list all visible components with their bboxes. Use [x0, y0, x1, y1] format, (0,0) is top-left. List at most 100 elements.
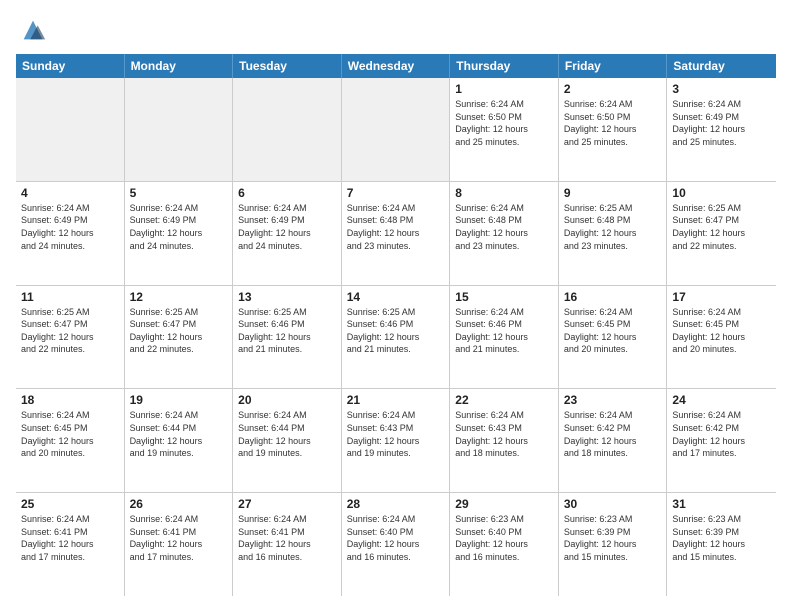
calendar-cell: 13Sunrise: 6:25 AM Sunset: 6:46 PM Dayli…: [233, 286, 342, 389]
calendar-cell: 4 Sunrise: 6:24 AM Sunset: 6:49 PM Daylig…: [16, 182, 125, 285]
day-info: Sunrise: 6:23 AM Sunset: 6:40 PM Dayligh…: [455, 513, 553, 563]
day-number: 21: [347, 393, 445, 407]
calendar-cell: 25 Sunrise: 6:24 AM Sunset: 6:41 PM Dayli…: [16, 493, 125, 596]
day-info: Sunrise: 6:24 AM Sunset: 6:49 PM Dayligh…: [130, 202, 228, 252]
calendar-cell: 10 Sunrise: 6:25 AM Sunset: 6:47 PM Dayli…: [667, 182, 776, 285]
calendar-cell: [16, 78, 125, 181]
day-number: 15: [455, 290, 553, 304]
day-number: 27: [238, 497, 336, 511]
calendar-cell: 31 Sunrise: 6:23 AM Sunset: 6:39 PM Dayli…: [667, 493, 776, 596]
day-number: 25: [21, 497, 119, 511]
calendar-cell: 29Sunrise: 6:23 AM Sunset: 6:40 PM Dayli…: [450, 493, 559, 596]
day-number: 9: [564, 186, 662, 200]
day-info: Sunrise: 6:24 AM Sunset: 6:44 PM Dayligh…: [130, 409, 228, 459]
day-number: 17: [672, 290, 771, 304]
calendar-cell: 28Sunrise: 6:24 AM Sunset: 6:40 PM Dayli…: [342, 493, 451, 596]
day-info: Sunrise: 6:24 AM Sunset: 6:43 PM Dayligh…: [347, 409, 445, 459]
header-cell-saturday: Saturday: [667, 54, 776, 78]
day-number: 8: [455, 186, 553, 200]
day-info: Sunrise: 6:25 AM Sunset: 6:47 PM Dayligh…: [672, 202, 771, 252]
logo: [16, 16, 47, 44]
day-info: Sunrise: 6:24 AM Sunset: 6:41 PM Dayligh…: [21, 513, 119, 563]
day-number: 19: [130, 393, 228, 407]
day-info: Sunrise: 6:24 AM Sunset: 6:50 PM Dayligh…: [455, 98, 553, 148]
calendar-cell: 20 Sunrise: 6:24 AM Sunset: 6:44 PM Dayli…: [233, 389, 342, 492]
header-cell-friday: Friday: [559, 54, 668, 78]
day-info: Sunrise: 6:25 AM Sunset: 6:47 PM Dayligh…: [130, 306, 228, 356]
day-number: 14: [347, 290, 445, 304]
day-info: Sunrise: 6:24 AM Sunset: 6:45 PM Dayligh…: [672, 306, 771, 356]
calendar-cell: 11 Sunrise: 6:25 AM Sunset: 6:47 PM Dayli…: [16, 286, 125, 389]
day-info: Sunrise: 6:24 AM Sunset: 6:45 PM Dayligh…: [21, 409, 119, 459]
calendar-cell: 22Sunrise: 6:24 AM Sunset: 6:43 PM Dayli…: [450, 389, 559, 492]
calendar-cell: 3Sunrise: 6:24 AM Sunset: 6:49 PM Daylig…: [667, 78, 776, 181]
calendar-row-4: 25 Sunrise: 6:24 AM Sunset: 6:41 PM Dayli…: [16, 493, 776, 596]
header-cell-monday: Monday: [125, 54, 234, 78]
calendar-row-2: 11 Sunrise: 6:25 AM Sunset: 6:47 PM Dayli…: [16, 286, 776, 390]
day-number: 12: [130, 290, 228, 304]
day-info: Sunrise: 6:24 AM Sunset: 6:41 PM Dayligh…: [130, 513, 228, 563]
calendar-row-0: 1 Sunrise: 6:24 AM Sunset: 6:50 PM Daylig…: [16, 78, 776, 182]
calendar-cell: 26 Sunrise: 6:24 AM Sunset: 6:41 PM Dayli…: [125, 493, 234, 596]
calendar-cell: 27Sunrise: 6:24 AM Sunset: 6:41 PM Dayli…: [233, 493, 342, 596]
calendar-cell: 2 Sunrise: 6:24 AM Sunset: 6:50 PM Daylig…: [559, 78, 668, 181]
header-cell-thursday: Thursday: [450, 54, 559, 78]
calendar-row-3: 18Sunrise: 6:24 AM Sunset: 6:45 PM Dayli…: [16, 389, 776, 493]
calendar-cell: 1 Sunrise: 6:24 AM Sunset: 6:50 PM Daylig…: [450, 78, 559, 181]
day-number: 10: [672, 186, 771, 200]
day-number: 6: [238, 186, 336, 200]
header-cell-wednesday: Wednesday: [342, 54, 451, 78]
calendar-cell: 7 Sunrise: 6:24 AM Sunset: 6:48 PM Daylig…: [342, 182, 451, 285]
day-info: Sunrise: 6:24 AM Sunset: 6:44 PM Dayligh…: [238, 409, 336, 459]
calendar-cell: 18Sunrise: 6:24 AM Sunset: 6:45 PM Dayli…: [16, 389, 125, 492]
calendar-cell: 14 Sunrise: 6:25 AM Sunset: 6:46 PM Dayli…: [342, 286, 451, 389]
day-number: 13: [238, 290, 336, 304]
day-info: Sunrise: 6:24 AM Sunset: 6:48 PM Dayligh…: [347, 202, 445, 252]
calendar-cell: [233, 78, 342, 181]
calendar-cell: 16 Sunrise: 6:24 AM Sunset: 6:45 PM Dayli…: [559, 286, 668, 389]
day-info: Sunrise: 6:24 AM Sunset: 6:48 PM Dayligh…: [455, 202, 553, 252]
calendar-cell: 21 Sunrise: 6:24 AM Sunset: 6:43 PM Dayli…: [342, 389, 451, 492]
day-number: 11: [21, 290, 119, 304]
day-number: 31: [672, 497, 771, 511]
day-info: Sunrise: 6:23 AM Sunset: 6:39 PM Dayligh…: [564, 513, 662, 563]
header: [16, 16, 776, 44]
day-info: Sunrise: 6:24 AM Sunset: 6:49 PM Dayligh…: [21, 202, 119, 252]
day-info: Sunrise: 6:24 AM Sunset: 6:45 PM Dayligh…: [564, 306, 662, 356]
calendar-body: 1 Sunrise: 6:24 AM Sunset: 6:50 PM Daylig…: [16, 78, 776, 596]
calendar-cell: 17 Sunrise: 6:24 AM Sunset: 6:45 PM Dayli…: [667, 286, 776, 389]
calendar-cell: 6 Sunrise: 6:24 AM Sunset: 6:49 PM Daylig…: [233, 182, 342, 285]
day-info: Sunrise: 6:25 AM Sunset: 6:46 PM Dayligh…: [347, 306, 445, 356]
calendar-cell: [125, 78, 234, 181]
day-number: 28: [347, 497, 445, 511]
day-number: 3: [672, 82, 771, 96]
day-number: 4: [21, 186, 119, 200]
day-number: 2: [564, 82, 662, 96]
day-info: Sunrise: 6:24 AM Sunset: 6:42 PM Dayligh…: [672, 409, 771, 459]
day-info: Sunrise: 6:24 AM Sunset: 6:49 PM Dayligh…: [238, 202, 336, 252]
header-cell-sunday: Sunday: [16, 54, 125, 78]
day-number: 1: [455, 82, 553, 96]
day-number: 16: [564, 290, 662, 304]
calendar-cell: [342, 78, 451, 181]
day-info: Sunrise: 6:24 AM Sunset: 6:46 PM Dayligh…: [455, 306, 553, 356]
day-number: 5: [130, 186, 228, 200]
calendar-cell: 15 Sunrise: 6:24 AM Sunset: 6:46 PM Dayli…: [450, 286, 559, 389]
calendar-cell: 5 Sunrise: 6:24 AM Sunset: 6:49 PM Daylig…: [125, 182, 234, 285]
day-number: 24: [672, 393, 771, 407]
day-number: 26: [130, 497, 228, 511]
calendar-cell: 23Sunrise: 6:24 AM Sunset: 6:42 PM Dayli…: [559, 389, 668, 492]
calendar: SundayMondayTuesdayWednesdayThursdayFrid…: [16, 54, 776, 596]
calendar-cell: 12 Sunrise: 6:25 AM Sunset: 6:47 PM Dayli…: [125, 286, 234, 389]
header-cell-tuesday: Tuesday: [233, 54, 342, 78]
calendar-row-1: 4 Sunrise: 6:24 AM Sunset: 6:49 PM Daylig…: [16, 182, 776, 286]
day-number: 20: [238, 393, 336, 407]
day-number: 7: [347, 186, 445, 200]
calendar-cell: 19 Sunrise: 6:24 AM Sunset: 6:44 PM Dayli…: [125, 389, 234, 492]
day-info: Sunrise: 6:24 AM Sunset: 6:50 PM Dayligh…: [564, 98, 662, 148]
day-info: Sunrise: 6:25 AM Sunset: 6:48 PM Dayligh…: [564, 202, 662, 252]
day-info: Sunrise: 6:25 AM Sunset: 6:47 PM Dayligh…: [21, 306, 119, 356]
day-info: Sunrise: 6:23 AM Sunset: 6:39 PM Dayligh…: [672, 513, 771, 563]
page: SundayMondayTuesdayWednesdayThursdayFrid…: [0, 0, 792, 612]
logo-icon: [19, 16, 47, 44]
